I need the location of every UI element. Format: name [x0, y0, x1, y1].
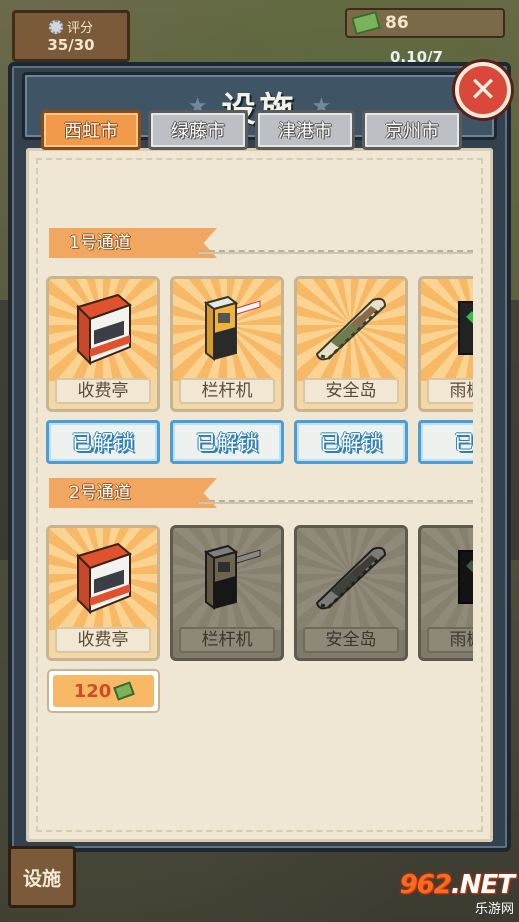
close-button[interactable]: ✕	[455, 62, 511, 118]
tab-city-3[interactable]: 津港市	[255, 110, 355, 150]
cash-icon	[113, 681, 136, 701]
canopy-signal-icon	[458, 301, 473, 355]
toll-booth-icon	[76, 542, 132, 615]
watermark: 962.NET 乐游网	[388, 870, 515, 918]
divider	[199, 500, 473, 504]
price-inner: 120	[53, 675, 154, 707]
safety-island-icon	[315, 546, 387, 610]
score-label: 评分	[66, 21, 93, 36]
money-value: 86	[385, 13, 409, 33]
canopy-signal-icon	[458, 550, 473, 604]
facility-card-canopy-signal[interactable]: 雨棚信	[418, 276, 473, 412]
close-x-icon: ✕	[468, 70, 498, 110]
divider	[199, 250, 473, 254]
facility-card-barrier-gate[interactable]: 栏杆机	[170, 276, 284, 412]
toll-booth-icon	[76, 293, 132, 366]
lane-1-header: 1号通道	[49, 228, 473, 258]
barrier-gate-icon	[203, 544, 261, 610]
unlocked-button[interactable]: 已解	[418, 420, 473, 464]
facility-name: 收费亭	[55, 627, 151, 653]
facility-name: 收费亭	[55, 378, 151, 404]
facility-name: 雨棚信	[427, 378, 473, 404]
facility-name: 栏杆机	[179, 378, 275, 404]
lane-2-title: 2号通道	[49, 478, 217, 508]
facility-name: 栏杆机	[179, 627, 275, 653]
buy-price-button[interactable]: 120	[47, 669, 160, 713]
facility-card-toll-booth[interactable]: 收费亭	[46, 276, 160, 412]
facility-name: 雨棚信	[427, 627, 473, 653]
facility-card-safety-island[interactable]: 安全岛	[294, 276, 408, 412]
watermark-subtitle: 乐游网	[474, 902, 514, 917]
unlocked-button[interactable]: 已解锁	[170, 420, 284, 464]
barrier-gate-icon	[203, 295, 261, 361]
facility-card-barrier-gate-locked[interactable]: 栏杆机	[170, 525, 284, 661]
lane-1-title: 1号通道	[49, 228, 217, 258]
unlocked-button[interactable]: 已解锁	[294, 420, 408, 464]
rating-icon	[48, 19, 63, 34]
lane-2-header: 2号通道	[49, 478, 473, 508]
money-panel: 86	[345, 8, 505, 38]
lane-1-facilities: 收费亭 栏杆机 安全岛 雨棚信	[46, 276, 473, 412]
safety-island-icon	[315, 297, 387, 361]
facility-name: 安全岛	[303, 378, 399, 404]
watermark-logo: 962.NET	[399, 870, 515, 900]
facilities-menu-button[interactable]: 设施	[8, 846, 76, 908]
facility-card-canopy-signal-locked[interactable]: 雨棚信	[418, 525, 473, 661]
tab-city-4[interactable]: 京州市	[362, 110, 462, 150]
facility-name: 安全岛	[303, 627, 399, 653]
city-tabs: 西虹市 绿藤市 津港市 京州市	[41, 110, 462, 150]
tab-city-2[interactable]: 绿藤市	[148, 110, 248, 150]
facility-card-toll-booth[interactable]: 收费亭	[46, 525, 160, 661]
unlocked-button[interactable]: 已解锁	[46, 420, 160, 464]
score-panel: 评分 35/30	[12, 10, 130, 62]
cash-icon	[351, 10, 381, 36]
facility-card-safety-island-locked[interactable]: 安全岛	[294, 525, 408, 661]
tab-city-1[interactable]: 西虹市	[41, 110, 141, 150]
score-value: 35/30	[47, 36, 95, 54]
lane-2-facilities: 收费亭 栏杆机 安全岛 雨棚信	[46, 525, 473, 661]
price-value: 120	[73, 680, 112, 702]
lane-1-unlock-row: 已解锁 已解锁 已解锁 已解	[46, 420, 473, 464]
